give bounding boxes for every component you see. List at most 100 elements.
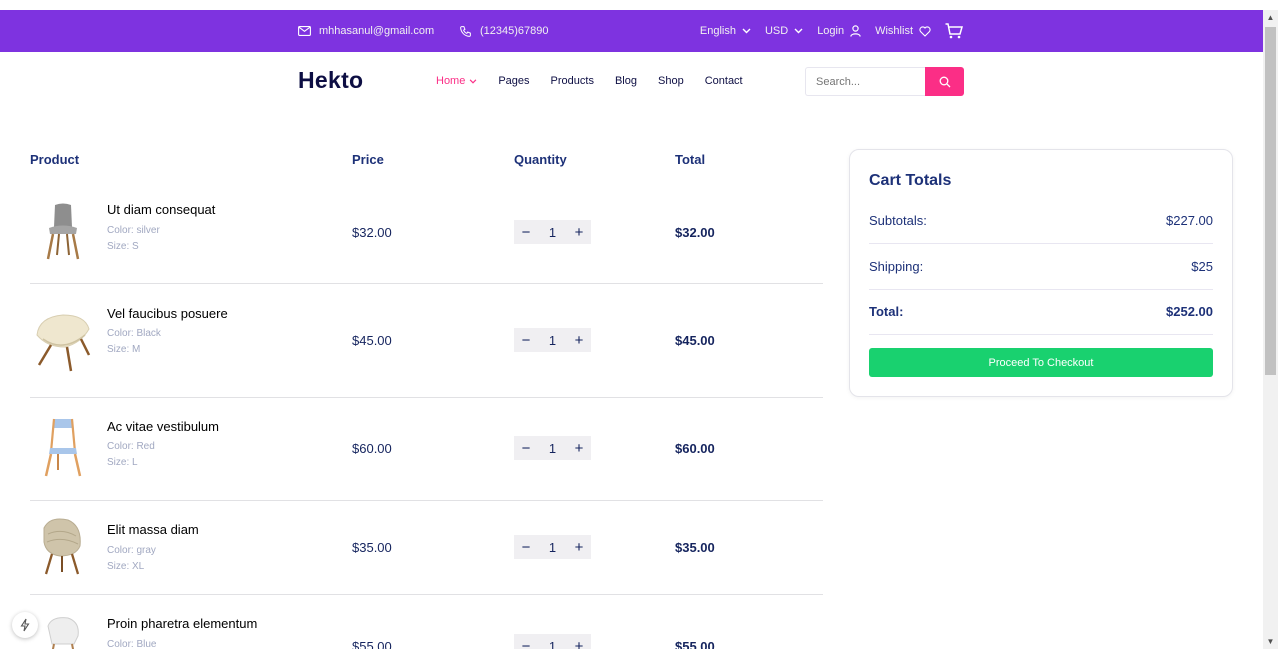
page-scrollbar[interactable]: ▲ ▼ [1263, 10, 1278, 649]
row-total: $35.00 [675, 540, 715, 555]
search-button[interactable] [925, 67, 964, 96]
product-image[interactable] [30, 513, 96, 579]
search-input[interactable] [805, 67, 925, 96]
total-row: Total: $252.00 [869, 289, 1213, 335]
mail-icon [298, 26, 311, 36]
quantity-value[interactable]: 1 [549, 540, 556, 555]
product-image[interactable] [30, 309, 96, 375]
total-value: $252.00 [1166, 304, 1213, 319]
product-color: Color: Blue [107, 639, 157, 649]
email-link[interactable]: mhhasanul@gmail.com [298, 10, 434, 52]
product-name[interactable]: Elit massa diam [107, 522, 199, 537]
email-text: mhhasanul@gmail.com [319, 25, 435, 37]
browser-top-strip [0, 0, 1278, 10]
phone-link[interactable]: (12345)67890 [459, 10, 549, 52]
currency-label: USD [764, 25, 789, 37]
product-price: $32.00 [352, 225, 392, 240]
product-size: Size: S [107, 241, 139, 252]
cart-button[interactable] [945, 23, 963, 39]
product-size: Size: M [107, 344, 141, 355]
product-image[interactable] [30, 609, 96, 649]
chair-icon [47, 617, 79, 649]
product-image[interactable] [30, 199, 96, 265]
increment-button[interactable]: + [573, 224, 585, 241]
row-total: $60.00 [675, 441, 715, 456]
product-name[interactable]: Ut diam consequat [107, 202, 215, 217]
header-quantity: Quantity [514, 152, 567, 167]
table-row: Vel faucibus posuere Color: Black Size: … [30, 284, 823, 398]
table-row: Proin pharetra elementum Color: Blue $55… [30, 595, 823, 649]
product-price: $60.00 [352, 441, 392, 456]
row-total: $32.00 [675, 225, 715, 240]
quantity-value[interactable]: 1 [549, 333, 556, 348]
lightning-icon [20, 618, 30, 632]
product-image[interactable] [30, 414, 96, 480]
header-product: Product [30, 152, 80, 167]
proceed-to-checkout-button[interactable]: Proceed To Checkout [869, 348, 1213, 377]
header-total: Total [675, 152, 706, 167]
login-link[interactable]: Login [817, 25, 861, 37]
nav-item-home[interactable]: Home [436, 75, 477, 87]
nav-menu: Home Pages Products Blog Shop Contact [436, 52, 743, 110]
language-select[interactable]: English [700, 25, 751, 37]
wishlist-label: Wishlist [875, 25, 913, 37]
product-name[interactable]: Ac vitae vestibulum [107, 419, 219, 434]
decrement-button[interactable]: − [520, 638, 532, 649]
main-nav: Hekto Home Pages Products Blog Shop Cont… [0, 52, 1263, 110]
chair-icon [46, 203, 80, 260]
floating-action-button[interactable] [12, 612, 38, 638]
increment-button[interactable]: + [573, 332, 585, 349]
chair-icon [43, 518, 81, 575]
row-total: $45.00 [675, 333, 715, 348]
scroll-down-arrow[interactable]: ▼ [1263, 634, 1278, 649]
logo[interactable]: Hekto [298, 67, 363, 94]
product-color: Color: gray [107, 545, 156, 556]
decrement-button[interactable]: − [520, 224, 532, 241]
chevron-down-icon [470, 78, 477, 84]
product-color: Color: Red [107, 441, 155, 452]
product-size: Size: L [107, 457, 138, 468]
total-label: Total: [869, 304, 904, 319]
subtotal-row: Subtotals: $227.00 [869, 198, 1213, 244]
scrollbar-thumb[interactable] [1265, 27, 1276, 375]
product-price: $35.00 [352, 540, 392, 555]
increment-button[interactable]: + [573, 539, 585, 556]
top-bar: mhhasanul@gmail.com (12345)67890 English… [0, 10, 1263, 52]
scroll-up-arrow[interactable]: ▲ [1263, 10, 1278, 25]
cart-icon [945, 23, 963, 39]
increment-button[interactable]: + [573, 638, 585, 649]
currency-select[interactable]: USD [765, 25, 803, 37]
decrement-button[interactable]: − [520, 539, 532, 556]
cart-totals-card: Cart Totals Subtotals: $227.00 Shipping:… [849, 149, 1233, 397]
nav-item-shop[interactable]: Shop [658, 75, 684, 87]
quantity-stepper: − 1 + [514, 634, 591, 649]
nav-item-products[interactable]: Products [551, 75, 594, 87]
user-icon [850, 25, 861, 37]
nav-item-home-label: Home [436, 75, 466, 87]
wishlist-link[interactable]: Wishlist [875, 25, 931, 37]
nav-item-pages[interactable]: Pages [498, 75, 529, 87]
quantity-value[interactable]: 1 [549, 639, 556, 649]
product-name[interactable]: Vel faucibus posuere [107, 306, 228, 321]
increment-button[interactable]: + [573, 440, 585, 457]
product-color: Color: Black [107, 328, 161, 339]
search-icon [939, 76, 950, 87]
product-price: $55.00 [352, 639, 392, 649]
product-size: Size: XL [107, 561, 145, 572]
decrement-button[interactable]: − [520, 440, 532, 457]
nav-item-contact[interactable]: Contact [705, 75, 743, 87]
decrement-button[interactable]: − [520, 332, 532, 349]
table-row: Elit massa diam Color: gray Size: XL $35… [30, 501, 823, 595]
table-row: Ac vitae vestibulum Color: Red Size: L $… [30, 398, 823, 501]
chair-icon [44, 418, 82, 477]
quantity-value[interactable]: 1 [549, 441, 556, 456]
product-name[interactable]: Proin pharetra elementum [107, 616, 257, 631]
nav-item-blog[interactable]: Blog [615, 75, 637, 87]
cart-totals-title: Cart Totals [869, 172, 952, 189]
subtotal-value: $227.00 [1166, 213, 1213, 228]
shipping-row: Shipping: $25 [869, 244, 1213, 290]
top-bar-right: English USD Login Wishlist [700, 10, 963, 52]
row-total: $55.00 [675, 639, 715, 649]
table-row: Ut diam consequat Color: silver Size: S … [30, 183, 823, 284]
quantity-value[interactable]: 1 [549, 225, 556, 240]
